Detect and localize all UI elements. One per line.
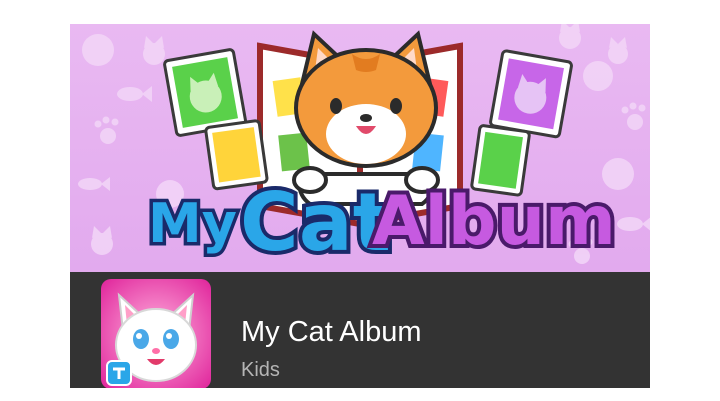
feature-banner[interactable]: My Cat Album xyxy=(70,24,650,272)
app-card[interactable]: My Cat Album My Cat Album Kids xyxy=(70,24,650,388)
app-info-bar[interactable]: My Cat Album Kids xyxy=(70,272,650,388)
app-category: Kids xyxy=(241,359,280,381)
photo-card-right-purple xyxy=(489,49,573,139)
app-title[interactable]: My Cat Album xyxy=(241,316,422,348)
logo-word-my: My xyxy=(148,192,237,255)
logo-word-cat: Cat xyxy=(240,176,391,269)
app-icon[interactable] xyxy=(101,279,211,388)
logo-word-album: Album xyxy=(372,182,616,261)
